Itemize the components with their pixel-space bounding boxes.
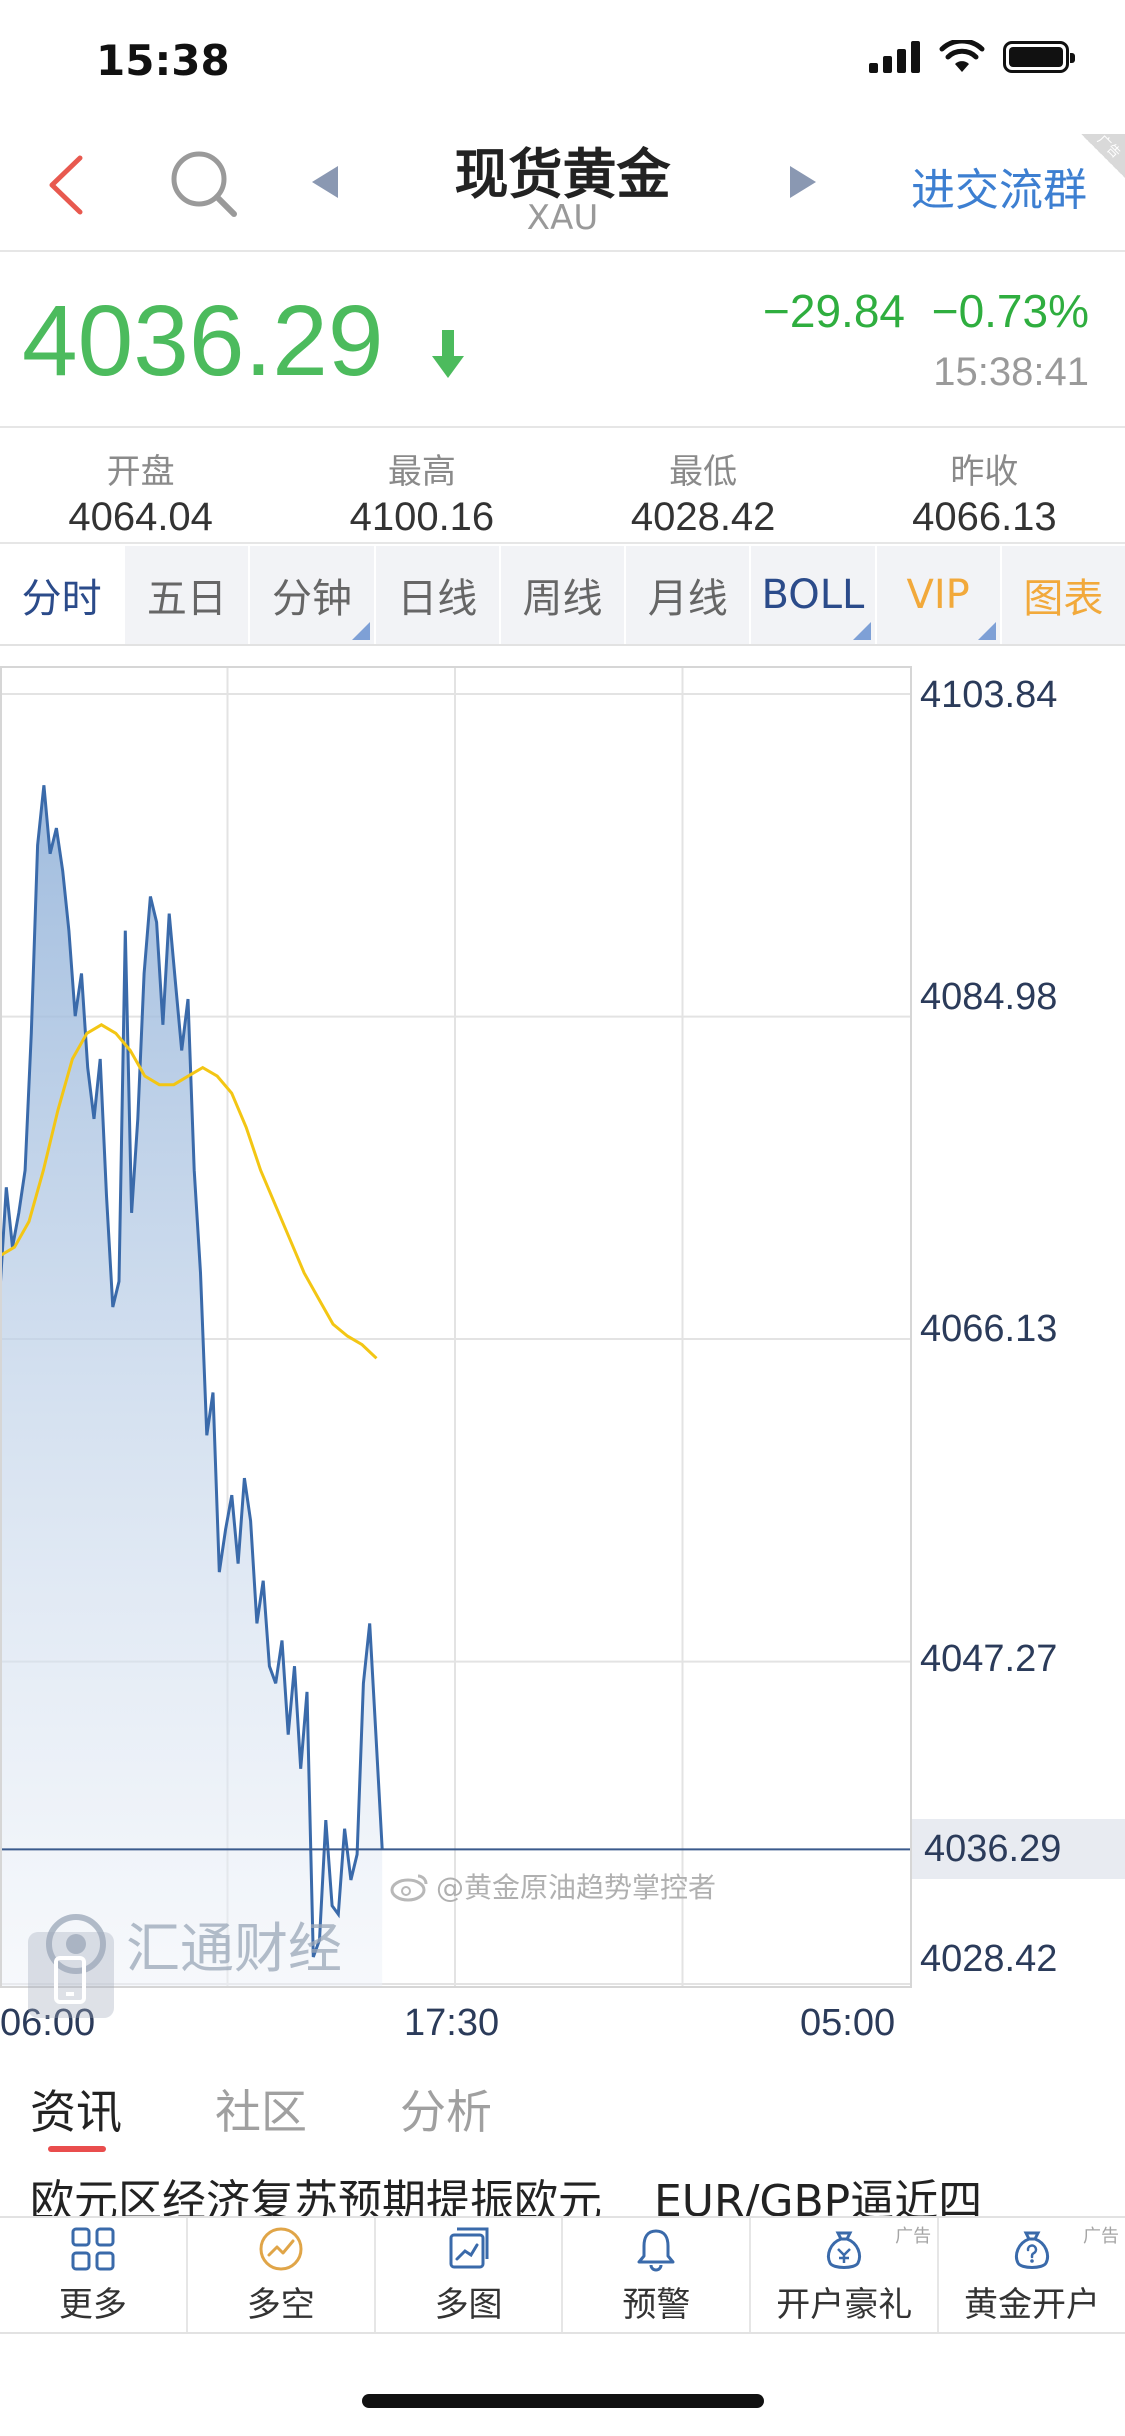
x-tick-label: 17:30	[404, 2002, 500, 2044]
toolbar-long-short[interactable]: 多空	[188, 2218, 376, 2332]
price-change-percent: −0.73%	[931, 285, 1089, 337]
stat-value: 4100.16	[349, 495, 495, 539]
price-area	[0, 785, 383, 1986]
news-tab-analysis[interactable]: 分析	[400, 2076, 492, 2142]
weibo-watermark-text: @黄金原油趋势掌控者	[436, 1871, 717, 1904]
tab-intraday[interactable]: 分时	[0, 546, 126, 644]
y-tick-label: 4028.42	[920, 1938, 1058, 1980]
tab-vip[interactable]: VIP	[877, 546, 1002, 644]
intraday-chart[interactable]: 4103.84 4084.98 4066.13 4047.27 4028.42 …	[0, 666, 1125, 2046]
wifi-icon	[939, 40, 985, 72]
stat-label: 最低	[669, 452, 738, 492]
nav-bar: 现货黄金 XAU 进交流群 广告	[0, 120, 1125, 252]
current-price: 4036.29	[22, 285, 384, 397]
tab-charts[interactable]: 图表	[1002, 546, 1125, 644]
toolbar-label: 多空	[246, 2284, 315, 2325]
stat-prev-close: 昨收 4066.13	[844, 430, 1125, 542]
tab-minute[interactable]: 分钟	[250, 546, 376, 644]
chart-canvas[interactable]	[0, 666, 912, 1998]
tab-boll[interactable]: BOLL	[751, 546, 877, 644]
y-tick-label: 4084.98	[920, 976, 1058, 1018]
tab-minute-label: 分钟	[272, 576, 353, 622]
weibo-watermark: @黄金原油趋势掌控者	[390, 1866, 716, 1906]
grid-icon	[71, 2227, 115, 2270]
toolbar-label: 多图	[434, 2284, 503, 2325]
weibo-logo-icon	[390, 1874, 428, 1902]
active-tab-indicator	[48, 2146, 106, 2152]
news-tab-community[interactable]: 社区	[215, 2076, 307, 2142]
toolbar-label: 预警	[622, 2284, 691, 2325]
tab-daily[interactable]: 日线	[376, 546, 501, 644]
tab-weekly[interactable]: 周线	[501, 546, 627, 644]
news-headline[interactable]: 欧元区经济复苏预期提振欧元	[30, 2176, 602, 2216]
status-icons	[869, 40, 1075, 74]
stat-value: 4028.42	[630, 495, 776, 539]
toolbar-more[interactable]: 更多	[0, 2218, 188, 2332]
stat-value: 4064.04	[68, 495, 213, 539]
dropdown-corner-icon	[351, 622, 370, 640]
toolbar-gold-account[interactable]: 广告 黄金开户	[939, 2218, 1125, 2332]
stat-value: 4066.13	[912, 495, 1057, 539]
toolbar-label: 开户豪礼	[776, 2284, 913, 2325]
stat-label: 最高	[387, 452, 456, 492]
y-tick-label: 4103.84	[920, 674, 1058, 716]
battery-icon	[1003, 41, 1075, 73]
money-bag-icon	[827, 2231, 862, 2269]
stat-high: 最高 4100.16	[281, 430, 562, 542]
price-change: −29.84	[763, 285, 905, 337]
news-tabs: 资讯 社区 分析	[0, 2066, 1125, 2156]
status-bar: 15:38	[0, 0, 1125, 120]
stats-row: 开盘 4064.04 最高 4100.16 最低 4028.42 昨收 4066…	[0, 430, 1125, 544]
toolbar-alert[interactable]: 预警	[563, 2218, 752, 2332]
y-tick-label: 4066.13	[920, 1308, 1058, 1350]
news-headline-row: 欧元区经济复苏预期提振欧元 EUR/GBP逼近四	[30, 2176, 1125, 2216]
rotate-phone-icon	[54, 1956, 86, 2004]
toolbar-multi-chart[interactable]: 多图	[376, 2218, 564, 2332]
bell-icon	[637, 2229, 675, 2271]
bottom-toolbar: 更多 多空 多图 预警 广告 开户豪礼 广告 黄金开户	[0, 2216, 1125, 2334]
ad-label: 广告	[1082, 2226, 1119, 2247]
quote-header: 4036.29 −29.84 −0.73% 15:38:41	[0, 254, 1125, 428]
stat-label: 开盘	[106, 452, 175, 492]
news-headline[interactable]: EUR/GBP逼近四	[654, 2176, 982, 2216]
next-instrument-icon[interactable]	[786, 162, 820, 202]
ad-corner-label: 广告	[1094, 132, 1124, 162]
y-tick-label: 4047.27	[920, 1638, 1058, 1680]
brand-watermark-text: 汇通财经	[126, 1917, 342, 1980]
toolbar-label: 黄金开户	[964, 2284, 1101, 2325]
chart-period-tabs: 分时 五日 分钟 日线 周线 月线 BOLL VIP 图表	[0, 546, 1125, 646]
trend-circle-icon	[259, 2227, 303, 2270]
stat-label: 昨收	[950, 452, 1019, 492]
dropdown-corner-icon	[977, 622, 996, 640]
join-group-link[interactable]: 进交流群	[911, 154, 1087, 218]
stat-open: 开盘 4064.04	[0, 430, 281, 542]
quote-time: 15:38:41	[933, 350, 1089, 394]
toolbar-label: 更多	[58, 2284, 127, 2325]
signal-icon	[869, 41, 920, 73]
home-indicator[interactable]	[362, 2394, 764, 2408]
ad-label: 广告	[895, 2226, 932, 2247]
news-tab-news[interactable]: 资讯	[30, 2076, 122, 2142]
status-time: 15:38	[96, 36, 230, 85]
tab-boll-label: BOLL	[761, 572, 865, 618]
tab-five-day[interactable]: 五日	[125, 546, 251, 644]
tab-vip-label: VIP	[906, 572, 970, 618]
multi-chart-icon	[449, 2227, 489, 2268]
x-tick-label: 05:00	[800, 2002, 896, 2044]
fullscreen-button[interactable]	[28, 1932, 114, 2018]
toolbar-open-account-gift[interactable]: 广告 开户豪礼	[751, 2218, 940, 2332]
ad-corner-badge: 广告	[1081, 132, 1125, 178]
current-price-tag: 4036.29	[912, 1819, 1125, 1880]
stat-low: 最低 4028.42	[563, 430, 844, 542]
dropdown-corner-icon	[852, 622, 871, 640]
question-bag-icon	[1015, 2231, 1050, 2269]
tab-monthly[interactable]: 月线	[626, 546, 752, 644]
down-arrow-icon	[432, 330, 464, 378]
